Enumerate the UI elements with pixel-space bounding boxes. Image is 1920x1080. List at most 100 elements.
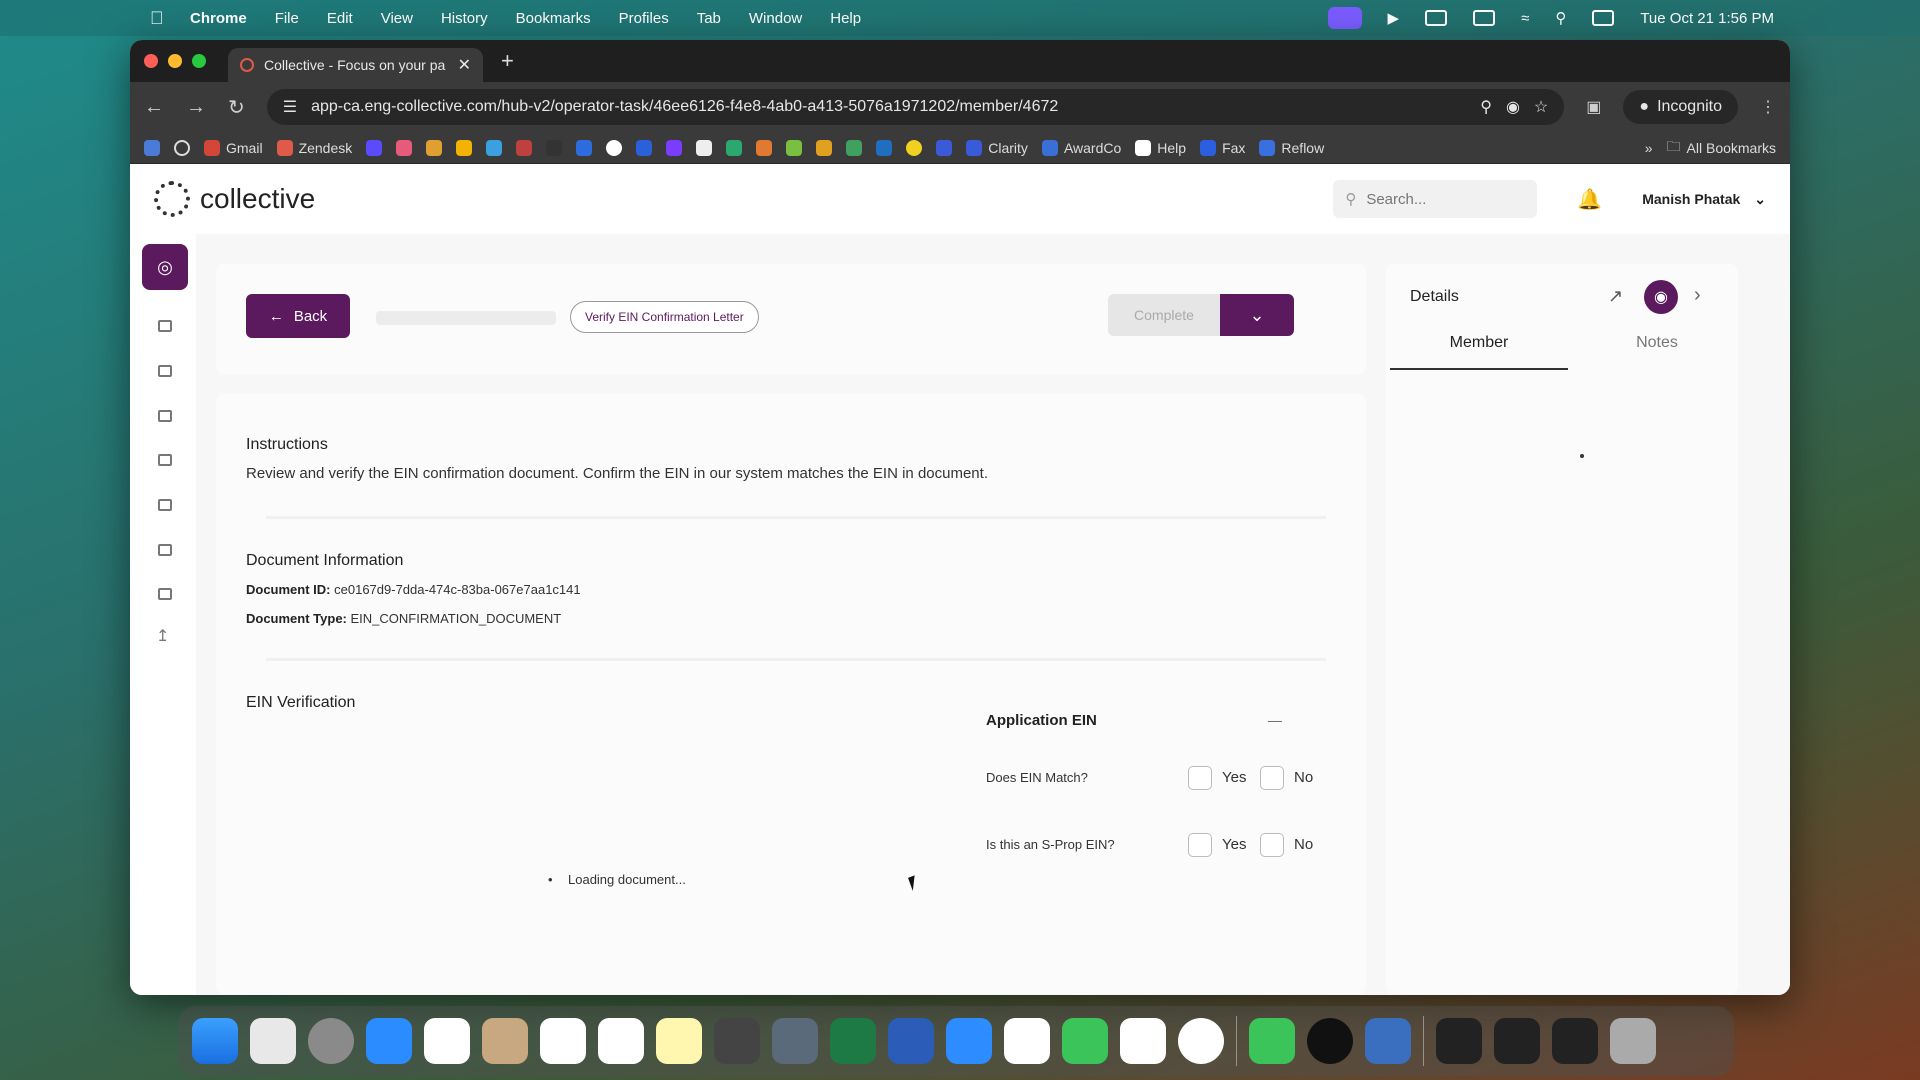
tab-notes[interactable]: Notes [1568, 334, 1746, 370]
notes-icon[interactable] [656, 1018, 702, 1064]
messages-icon[interactable] [1249, 1018, 1295, 1064]
tracking-protection-icon[interactable]: ◉ [1506, 97, 1520, 117]
bookmark-icon[interactable] [546, 139, 563, 156]
ein-match-no-label[interactable]: No [1294, 769, 1313, 786]
spotlight-icon[interactable]: ⚲ [1555, 9, 1566, 27]
calendar-bookmark-icon[interactable] [144, 139, 160, 156]
sprop-yes-label[interactable]: Yes [1222, 836, 1246, 853]
calendar-icon[interactable] [1004, 1018, 1050, 1064]
sidebar-item-tasks[interactable]: ◎ [142, 244, 188, 290]
word-icon[interactable] [888, 1018, 934, 1064]
bookmark-fax[interactable]: Fax [1200, 139, 1245, 156]
bookmark-icon[interactable] [936, 139, 953, 156]
window-icon[interactable] [1425, 10, 1448, 26]
launchpad-icon[interactable] [250, 1018, 296, 1064]
folder-icon[interactable] [158, 365, 172, 377]
sprop-yes-checkbox[interactable] [1188, 833, 1212, 857]
contacts-icon[interactable] [482, 1018, 528, 1064]
menu-help[interactable]: Help [830, 10, 861, 27]
bookmark-icon[interactable] [846, 139, 863, 156]
salesforce-bookmark-icon[interactable] [486, 139, 503, 156]
jira-bookmark-icon[interactable] [636, 139, 653, 156]
battery-icon[interactable] [1473, 10, 1496, 26]
bookmark-help[interactable]: Help [1135, 139, 1186, 156]
minimized-window-icon[interactable] [1494, 1018, 1540, 1064]
utility-icon[interactable] [772, 1018, 818, 1064]
bookmark-icon[interactable] [816, 139, 833, 156]
drive-bookmark-icon[interactable] [456, 139, 473, 156]
back-button[interactable]: ← Back [246, 294, 350, 338]
bookmark-icon[interactable] [726, 139, 743, 156]
zoom-icon[interactable]: ⚲ [1480, 97, 1492, 117]
collective-bookmark-icon[interactable] [516, 139, 533, 156]
asana-bookmark-icon[interactable] [396, 139, 413, 156]
reading-mode-icon[interactable]: ▣ [1586, 97, 1601, 117]
minimize-window-button[interactable] [168, 54, 182, 68]
calculator-icon[interactable] [714, 1018, 760, 1064]
briefcase-icon[interactable] [158, 499, 172, 511]
site-settings-icon[interactable]: ☰ [283, 97, 297, 117]
reminders-icon[interactable] [598, 1018, 644, 1064]
tab-member[interactable]: Member [1390, 334, 1568, 370]
bookmark-zendesk[interactable]: Zendesk [276, 139, 352, 156]
onepassword-bookmark-icon[interactable] [174, 139, 190, 156]
menu-bookmarks[interactable]: Bookmarks [516, 10, 591, 27]
sprop-no-checkbox[interactable] [1260, 833, 1284, 857]
all-bookmarks[interactable]: 🗀 All Bookmarks [1667, 136, 1776, 160]
url-text[interactable]: app-ca.eng-collective.com/hub-v2/operato… [311, 98, 1466, 116]
bookmark-icon[interactable] [666, 139, 683, 156]
slack-bookmark-icon[interactable] [426, 139, 443, 156]
zoom-bookmark-icon[interactable] [576, 139, 593, 156]
clipboard-icon[interactable] [158, 454, 172, 466]
chevron-right-icon[interactable]: › [1694, 284, 1701, 307]
close-tab-icon[interactable]: ✕ [458, 55, 471, 75]
apple-menu-icon[interactable]:  [150, 8, 164, 29]
chrome-menu-icon[interactable]: ⋮ [1760, 97, 1776, 117]
app-store-icon[interactable] [366, 1018, 412, 1064]
linkedin-bookmark-icon[interactable] [876, 139, 893, 156]
ein-match-no-checkbox[interactable] [1260, 766, 1284, 790]
minimized-window-icon[interactable] [1436, 1018, 1482, 1064]
incognito-indicator[interactable]: ● Incognito [1623, 90, 1738, 124]
photos-icon[interactable] [424, 1018, 470, 1064]
system-settings-icon[interactable] [308, 1018, 354, 1064]
bell-icon[interactable]: 🔔 [1577, 187, 1602, 212]
bookmark-clarity[interactable]: Clarity [966, 139, 1028, 156]
control-center-icon[interactable] [1592, 10, 1615, 26]
upload-icon[interactable]: ↥ [156, 626, 169, 646]
menu-app-name[interactable]: Chrome [190, 10, 247, 27]
menu-edit[interactable]: Edit [327, 10, 353, 27]
menu-profiles[interactable]: Profiles [619, 10, 669, 27]
search-input[interactable] [1366, 190, 1507, 208]
close-window-button[interactable] [144, 54, 158, 68]
menu-window[interactable]: Window [749, 10, 802, 27]
bookmark-star-icon[interactable]: ☆ [1534, 97, 1548, 117]
trash-icon[interactable] [1610, 1018, 1656, 1064]
excel-icon[interactable] [830, 1018, 876, 1064]
ein-match-yes-label[interactable]: Yes [1222, 769, 1246, 786]
browser-tab-active[interactable]: Collective - Focus on your pa ✕ [228, 48, 483, 82]
bookmark-reflow[interactable]: Reflow [1259, 139, 1324, 156]
bookmark-icon[interactable] [696, 139, 713, 156]
zoom-icon[interactable] [946, 1018, 992, 1064]
play-icon[interactable]: ▶ [1388, 9, 1400, 27]
search-box[interactable]: ⚲ [1333, 180, 1538, 218]
spotify-icon[interactable] [1307, 1018, 1353, 1064]
menu-tab[interactable]: Tab [697, 10, 721, 27]
bookmark-gmail[interactable]: Gmail [204, 139, 263, 156]
eye-icon[interactable]: ◉ [1644, 280, 1678, 314]
reload-icon[interactable]: ↻ [228, 95, 245, 120]
bookmark-icon[interactable] [786, 139, 803, 156]
app-icon[interactable] [1365, 1018, 1411, 1064]
minimized-window-icon[interactable] [1552, 1018, 1598, 1064]
bookmark-icon[interactable] [906, 139, 923, 156]
bookmark-icon[interactable] [606, 139, 623, 156]
wifi-icon[interactable]: ≈ [1521, 10, 1529, 27]
menu-view[interactable]: View [381, 10, 413, 27]
address-bar[interactable]: ☰ app-ca.eng-collective.com/hub-v2/opera… [266, 89, 1565, 125]
forward-arrow-icon[interactable]: → [186, 96, 206, 119]
facetime-icon[interactable] [1062, 1018, 1108, 1064]
bookmark-icon[interactable] [756, 139, 773, 156]
building-icon[interactable] [158, 410, 172, 422]
screen-share-icon[interactable] [1327, 7, 1362, 29]
